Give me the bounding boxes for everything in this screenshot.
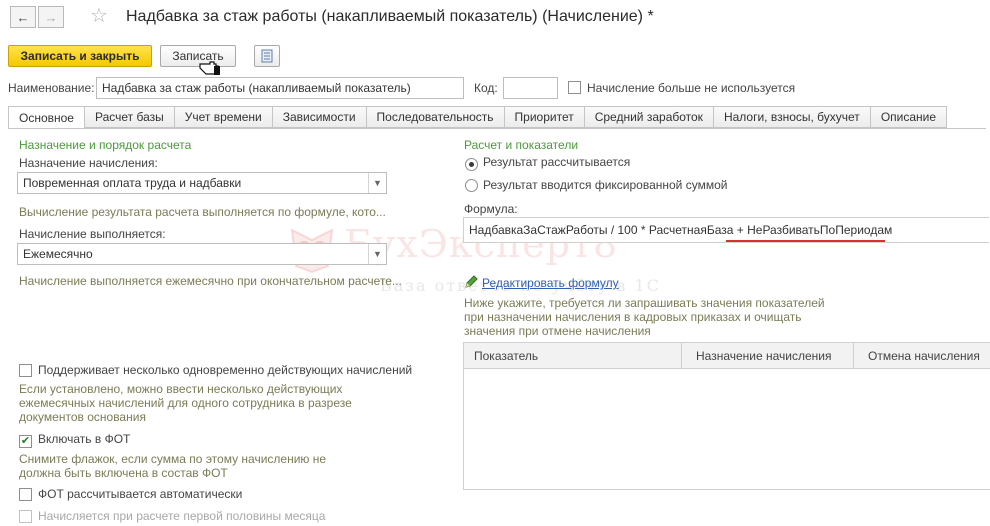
include-fot-hint-2: должна быть включена в состав ФОТ [19,466,228,480]
purpose-section-title: Назначение и порядок расчета [19,138,192,152]
period-label: Начисление выполняется: [19,227,166,241]
indicators-hint-2: при назначении начисления в кадровых при… [464,310,802,324]
tab-sequence[interactable]: Последовательность [366,106,505,128]
not-used-checkbox[interactable] [568,81,581,97]
purpose-label: Назначение начисления: [19,156,158,170]
purpose-select[interactable]: Повременная оплата труда и надбавки ▼ [17,172,387,194]
code-input[interactable] [503,77,558,99]
checkbox-unchecked-icon [19,364,32,377]
include-fot-label: Включать в ФОТ [38,432,131,446]
purpose-select-value: Повременная оплата труда и надбавки [23,176,242,190]
checkbox-unchecked-icon [19,510,32,523]
purpose-hint: Вычисление результата расчета выполняетс… [19,205,386,219]
radio-fixed[interactable] [465,179,478,195]
column-header-cancel[interactable]: Отмена начисления [854,343,990,369]
radio-selected-icon [465,158,478,171]
back-button[interactable]: ← [10,6,36,28]
multi-accrual-hint-2: ежемесячных начислений для одного сотруд… [19,396,352,410]
edit-formula-link[interactable]: Редактировать формулу [482,276,619,290]
include-fot-hint-1: Снимите флажок, если сумма по этому начи… [19,452,327,466]
chevron-down-icon[interactable]: ▼ [368,244,386,264]
hand-cursor-icon [199,61,220,75]
multi-accrual-label: Поддерживает несколько одновременно дейс… [38,363,413,377]
tab-divider [8,128,986,129]
radio-calculated-label: Результат рассчитывается [483,155,631,169]
tab-priority[interactable]: Приоритет [504,106,585,128]
indicators-hint-3: значения при отмене начисления [464,324,651,338]
save-and-close-button[interactable]: Записать и закрыть [8,45,152,67]
formula-label: Формула: [464,202,518,216]
report-menu-button[interactable] [254,45,280,67]
indicators-table[interactable]: Показатель Назначение начисления Отмена … [463,342,990,490]
fot-auto-checkbox[interactable] [19,488,32,504]
indicators-hint-1: Ниже укажите, требуется ли запрашивать з… [464,296,825,310]
tab-dependencies[interactable]: Зависимости [272,106,367,128]
half-month-label: Начисляется при расчете первой половины … [38,509,326,523]
tab-time-accounting[interactable]: Учет времени [174,106,273,128]
radio-calculated[interactable] [465,156,478,171]
period-select[interactable]: Ежемесячно ▼ [17,243,387,265]
window-title: Надбавка за стаж работы (накапливаемый п… [126,8,654,25]
chevron-down-icon[interactable]: ▼ [368,173,386,193]
favorite-star-icon[interactable]: ☆ [90,6,108,26]
checkbox-unchecked-icon [568,81,581,94]
column-header-indicator[interactable]: Показатель [464,343,682,369]
arrow-right-icon: → [44,9,58,25]
multi-accrual-hint-3: документов основания [19,410,146,424]
radio-fixed-label: Результат вводится фиксированной суммой [483,178,728,192]
tab-description[interactable]: Описание [870,106,948,128]
multi-accrual-checkbox[interactable] [19,364,32,380]
tab-taxes[interactable]: Налоги, взносы, бухучет [713,106,871,128]
include-fot-checkbox[interactable]: ✔ [19,433,32,448]
formula-underline [726,240,885,242]
arrow-left-icon: ← [16,9,30,25]
tab-bar: Основное Расчет базы Учет времени Зависи… [8,106,948,129]
radio-unselected-icon [465,179,478,192]
column-header-purpose[interactable]: Назначение начисления [682,343,854,369]
period-select-value: Ежемесячно [23,247,93,261]
tab-main[interactable]: Основное [8,106,85,129]
tab-base-calc[interactable]: Расчет базы [84,106,175,128]
pencil-icon [465,275,478,288]
checkbox-unchecked-icon [19,488,32,501]
tab-average-earnings[interactable]: Средний заработок [584,106,714,128]
name-label: Наименование: [8,81,95,95]
checkmark-icon: ✔ [19,435,32,448]
calc-section-title: Расчет и показатели [464,138,579,152]
forward-button[interactable]: → [38,6,64,28]
document-list-icon [261,49,273,63]
fot-auto-label: ФОТ рассчитывается автоматически [38,487,243,501]
period-hint: Начисление выполняется ежемесячно при ок… [19,274,402,288]
multi-accrual-hint-1: Если установлено, можно ввести несколько… [19,382,343,396]
name-input[interactable]: Надбавка за стаж работы (накапливаемый п… [96,77,464,99]
code-label: Код: [474,81,498,95]
not-used-label: Начисление больше не используется [587,81,796,95]
